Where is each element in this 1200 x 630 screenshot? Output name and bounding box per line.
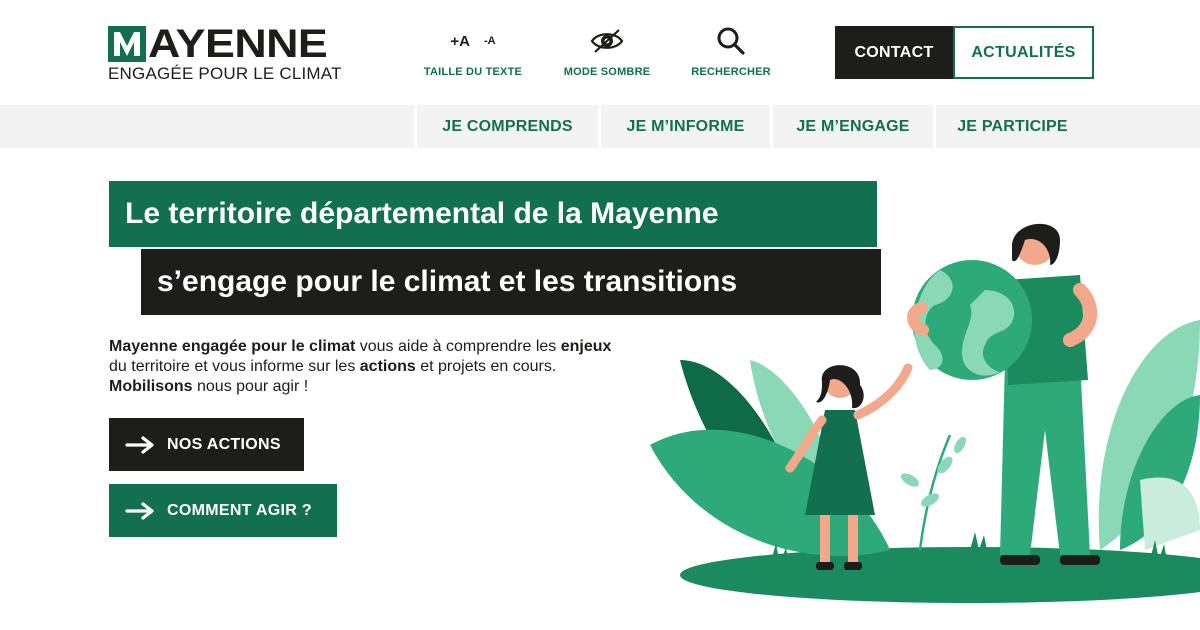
text-size-label: TAILLE DU TEXTE — [423, 66, 523, 78]
dark-mode-label: MODE SOMBRE — [563, 66, 651, 78]
ground-ellipse — [680, 547, 1200, 603]
nos-actions-button[interactable]: NOS ACTIONS — [109, 418, 304, 471]
nav-item-je-mengage[interactable]: JE M’ENGAGE — [770, 105, 933, 148]
nav-item-je-comprends[interactable]: JE COMPRENDS — [414, 105, 598, 148]
intro-text-4: du territoire et vous informe sur les — [109, 358, 360, 375]
sprig-stem — [918, 434, 952, 551]
site-logo[interactable]: AYENNE ENGAGÉE POUR LE CLIMAT — [108, 22, 363, 84]
leaf-right-faint — [1140, 477, 1200, 550]
intro-bold-3: enjeux — [560, 338, 612, 355]
intro-text-6: et projets en cours. — [415, 358, 557, 375]
intro-bold-5: actions — [359, 358, 416, 375]
dark-mode-button[interactable]: MODE SOMBRE — [558, 26, 656, 78]
intro-text-8: nous pour agir ! — [192, 378, 309, 395]
woman-figure — [1000, 223, 1100, 565]
globe — [907, 260, 1032, 380]
text-size-icon: +A -A — [420, 26, 526, 56]
nav-item-je-participe[interactable]: JE PARTICIPE — [933, 105, 1089, 148]
intro-text-2: vous aide à comprendre les — [355, 338, 561, 355]
text-size-decrease-button[interactable]: -A — [484, 35, 496, 47]
logo-wordmark: AYENNE — [108, 22, 328, 64]
hero-intro: Mayenne engagée pour le climat vous aide… — [109, 337, 619, 397]
arrow-right-icon — [125, 501, 154, 520]
nos-actions-label: NOS ACTIONS — [167, 435, 281, 453]
search-button[interactable]: RECHERCHER — [686, 26, 776, 78]
main-nav: JE COMPRENDS JE M’INFORME JE M’ENGAGE JE… — [0, 105, 1200, 148]
intro-bold-1: Mayenne engagée pour le climat — [109, 338, 356, 355]
nav-item-je-minforme[interactable]: JE M’INFORME — [598, 105, 770, 148]
comment-agir-button[interactable]: COMMENT AGIR ? — [109, 484, 337, 537]
hero-illustration — [650, 223, 1200, 603]
news-button[interactable]: ACTUALITÉS — [953, 26, 1094, 79]
logo-tagline: ENGAGÉE POUR LE CLIMAT — [108, 64, 342, 83]
eye-icon — [590, 29, 624, 53]
arrow-right-icon — [125, 435, 154, 454]
contact-button[interactable]: CONTACT — [835, 26, 953, 79]
intro-bold-7: Mobilisons — [109, 378, 193, 395]
comment-agir-label: COMMENT AGIR ? — [167, 501, 312, 519]
logo-m-mark-icon — [108, 26, 146, 62]
text-size-increase-button[interactable]: +A — [450, 33, 470, 50]
search-icon — [717, 27, 745, 55]
text-size-control: +A -A TAILLE DU TEXTE — [420, 26, 526, 79]
search-label: RECHERCHER — [691, 66, 771, 78]
logo-wordmark-text: AYENNE — [148, 22, 328, 66]
site-header: AYENNE ENGAGÉE POUR LE CLIMAT +A -A TAIL… — [0, 0, 1200, 105]
